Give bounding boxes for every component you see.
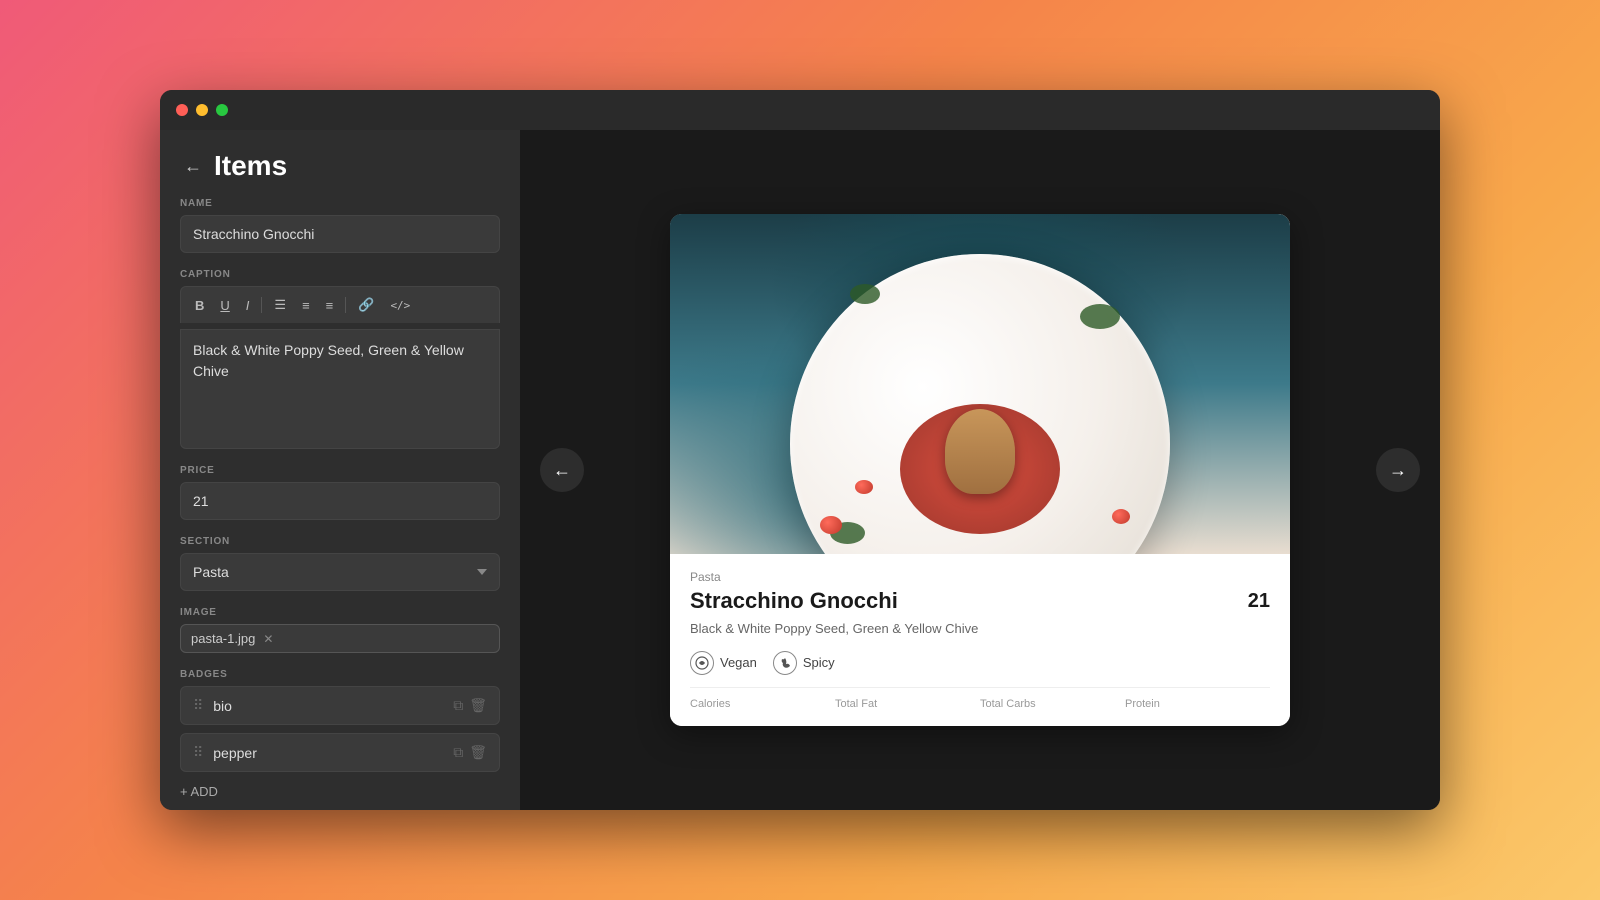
- right-panel: ← →: [520, 130, 1440, 810]
- nutrients-divider: [690, 687, 1270, 688]
- tomato-3: [855, 480, 873, 494]
- app-window: ← Items NAME CAPTION B U I: [160, 90, 1440, 810]
- tomato-1: [820, 516, 842, 534]
- food-image: [670, 214, 1290, 554]
- calories-label: Calories: [690, 698, 835, 710]
- herb-1: [850, 284, 880, 304]
- preview-price: 21: [1248, 590, 1270, 613]
- name-input[interactable]: [180, 215, 500, 253]
- badge-delete-button[interactable]: 🗑: [469, 697, 487, 714]
- badge-name-pepper: pepper: [213, 745, 443, 761]
- preview-name-row: Stracchino Gnocchi 21: [690, 588, 1270, 614]
- badges-field-group: BADGES ⠿ bio ⧉ 🗑 ⠿ pepper: [180, 669, 500, 805]
- image-label: IMAGE: [180, 607, 500, 618]
- preview-info: Pasta Stracchino Gnocchi 21 Black & Whit…: [670, 554, 1290, 725]
- pasta-mound: [945, 409, 1015, 494]
- price-field-group: PRICE: [180, 465, 500, 520]
- preview-prev-button[interactable]: ←: [540, 448, 584, 492]
- list-item: ⠿ bio ⧉ 🗑: [180, 686, 500, 725]
- nutrient-calories: Calories: [690, 698, 835, 710]
- herb-2: [1080, 304, 1120, 329]
- image-tag: pasta-1.jpg ✕: [180, 624, 500, 653]
- protein-label: Protein: [1125, 698, 1270, 710]
- section-field-group: SECTION Pasta Appetizers Mains Desserts: [180, 536, 500, 591]
- back-button[interactable]: ←: [184, 156, 202, 177]
- preview-outer: ← →: [520, 130, 1440, 810]
- tomato-2: [1112, 509, 1130, 524]
- badge-copy-button[interactable]: ⧉: [453, 744, 463, 761]
- preview-category: Pasta: [690, 570, 1270, 584]
- section-label: SECTION: [180, 536, 500, 547]
- badge-name-bio: bio: [213, 698, 443, 714]
- add-badge-button[interactable]: + ADD: [180, 778, 500, 805]
- vegan-icon: [690, 651, 714, 675]
- nutrient-carbs: Total Carbs: [980, 698, 1125, 710]
- bold-button[interactable]: B: [191, 296, 208, 315]
- close-button[interactable]: [176, 104, 188, 116]
- left-panel: ← Items NAME CAPTION B U I: [160, 130, 520, 810]
- minimize-button[interactable]: [196, 104, 208, 116]
- preview-name: Stracchino Gnocchi: [690, 588, 898, 614]
- badge-actions-pepper: ⧉ 🗑: [453, 744, 487, 761]
- align-button[interactable]: ≡: [322, 296, 338, 315]
- preview-next-button[interactable]: →: [1376, 448, 1420, 492]
- caption-input[interactable]: Black & White Poppy Seed, Green & Yellow…: [180, 329, 500, 449]
- italic-button[interactable]: I: [242, 296, 254, 315]
- preview-badge-spicy: Spicy: [773, 651, 835, 675]
- nutrient-protein: Protein: [1125, 698, 1270, 710]
- name-label: NAME: [180, 198, 500, 209]
- image-remove-button[interactable]: ✕: [263, 632, 273, 646]
- badge-actions-bio: ⧉ 🗑: [453, 697, 487, 714]
- preview-caption: Black & White Poppy Seed, Green & Yellow…: [690, 620, 1270, 638]
- badges-label: BADGES: [180, 669, 500, 680]
- price-input[interactable]: [180, 482, 500, 520]
- caption-label: CAPTION: [180, 269, 500, 280]
- image-filename: pasta-1.jpg: [191, 631, 255, 646]
- bullet-list-button[interactable]: ☰: [270, 295, 290, 315]
- panel-header: ← Items: [160, 130, 520, 198]
- ordered-list-button[interactable]: ≡: [298, 296, 314, 315]
- caption-field-group: CAPTION B U I ☰ ≡ ≡ 🔗 </> Black & White …: [180, 269, 500, 449]
- preview-badges: Vegan Spicy: [690, 651, 1270, 675]
- preview-badge-vegan: Vegan: [690, 651, 757, 675]
- link-button[interactable]: 🔗: [354, 295, 378, 315]
- badges-list: ⠿ bio ⧉ 🗑 ⠿ pepper ⧉ �: [180, 686, 500, 772]
- caption-toolbar: B U I ☰ ≡ ≡ 🔗 </>: [180, 286, 500, 323]
- preview-nutrients: Calories Total Fat Total Carbs Protein: [690, 698, 1270, 710]
- nutrient-fat: Total Fat: [835, 698, 980, 710]
- list-item: ⠿ pepper ⧉ 🗑: [180, 733, 500, 772]
- code-button[interactable]: </>: [386, 297, 414, 314]
- titlebar: [160, 90, 1440, 130]
- section-select-wrapper: Pasta Appetizers Mains Desserts: [180, 553, 500, 591]
- drag-handle-icon[interactable]: ⠿: [193, 697, 203, 714]
- page-title: Items: [214, 150, 287, 182]
- underline-button[interactable]: U: [216, 296, 233, 315]
- badge-delete-button[interactable]: 🗑: [469, 744, 487, 761]
- image-field-group: IMAGE pasta-1.jpg ✕: [180, 607, 500, 653]
- fat-label: Total Fat: [835, 698, 980, 710]
- badge-copy-button[interactable]: ⧉: [453, 697, 463, 714]
- main-content: ← Items NAME CAPTION B U I: [160, 130, 1440, 810]
- spicy-label: Spicy: [803, 655, 835, 670]
- toolbar-divider-2: [345, 297, 346, 313]
- drag-handle-icon[interactable]: ⠿: [193, 744, 203, 761]
- toolbar-divider-1: [261, 297, 262, 313]
- price-label: PRICE: [180, 465, 500, 476]
- name-field-group: NAME: [180, 198, 500, 253]
- spicy-icon: [773, 651, 797, 675]
- section-select[interactable]: Pasta Appetizers Mains Desserts: [180, 553, 500, 591]
- carbs-label: Total Carbs: [980, 698, 1125, 710]
- vegan-label: Vegan: [720, 655, 757, 670]
- maximize-button[interactable]: [216, 104, 228, 116]
- panel-body: NAME CAPTION B U I ☰ ≡ ≡ 🔗: [160, 198, 520, 810]
- preview-card: Pasta Stracchino Gnocchi 21 Black & Whit…: [670, 214, 1290, 725]
